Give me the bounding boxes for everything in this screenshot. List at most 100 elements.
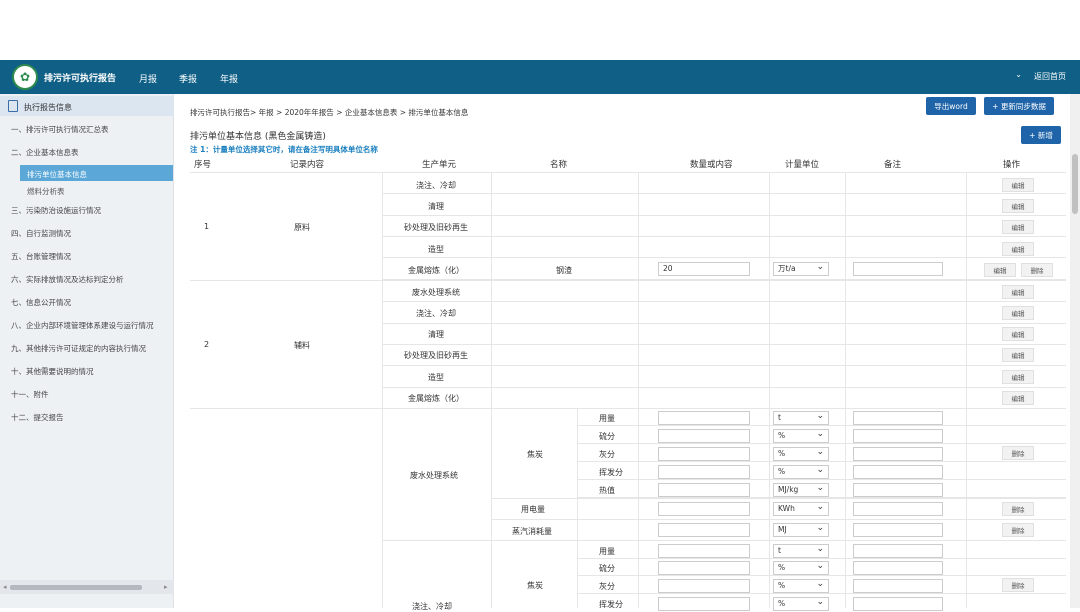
edit-button[interactable]: 编辑 <box>1002 242 1034 256</box>
group-divider <box>382 540 1066 541</box>
page-title: 排污单位基本信息 (黑色金属铸造) <box>190 132 326 142</box>
add-new-button[interactable]: + 新增 <box>1021 126 1061 144</box>
value-input[interactable] <box>658 544 750 558</box>
column-header: 序号 <box>194 160 212 170</box>
unit-select[interactable]: t <box>773 543 829 558</box>
sidebar-item-emission[interactable]: 六、实际排放情况及达标判定分析 <box>11 274 124 285</box>
edit-button[interactable]: 编辑 <box>1002 370 1034 384</box>
nav-quarterly[interactable]: 季报 <box>179 72 197 85</box>
unit-select[interactable]: 万t/a <box>773 261 829 276</box>
edit-button[interactable]: 编辑 <box>1002 220 1034 234</box>
sidebar-item-attachments[interactable]: 十一、附件 <box>11 389 49 400</box>
sync-data-button[interactable]: + 更新同步数据 <box>984 97 1054 115</box>
sidebar-item-self-monitoring[interactable]: 四、自行监测情况 <box>11 228 71 239</box>
horizontal-scrollbar[interactable]: ◂ ▸ <box>0 580 174 594</box>
sidebar-item-fuel-analysis[interactable]: 燃料分析表 <box>27 186 65 197</box>
remark-input[interactable] <box>853 465 943 479</box>
unit-select[interactable]: % <box>773 560 829 575</box>
top-navigation-bar: ✿ 排污许可执行报告 月报 季报 年报 ⌄ 返回首页 <box>0 60 1080 94</box>
production-unit: 浇注、冷却 <box>416 181 456 190</box>
value-input[interactable] <box>658 411 750 425</box>
edit-button[interactable]: 编辑 <box>1002 348 1034 362</box>
value-input[interactable] <box>658 465 750 479</box>
row-divider <box>577 443 1066 444</box>
sidebar-item-pollution-control[interactable]: 三、污染防治设施运行情况 <box>11 205 101 216</box>
vertical-scrollbar[interactable] <box>1070 94 1080 608</box>
chevron-down-icon[interactable]: ⌄ <box>1015 70 1022 79</box>
scroll-thumb[interactable] <box>10 585 142 590</box>
sidebar-item-disclosure[interactable]: 七、信息公开情况 <box>11 297 71 308</box>
value-input[interactable] <box>658 447 750 461</box>
remark-input[interactable] <box>853 502 943 516</box>
back-home-link[interactable]: 返回首页 <box>1034 71 1066 82</box>
property-label: 挥发分 <box>599 468 623 477</box>
production-unit: 废水处理系统 <box>412 288 460 297</box>
remark-input[interactable] <box>853 429 943 443</box>
unit-select[interactable]: MJ/kg <box>773 482 829 497</box>
unit-select[interactable]: % <box>773 446 829 461</box>
logo-icon: ✿ <box>12 64 38 90</box>
unit-select[interactable]: % <box>773 464 829 479</box>
sidebar-item-ledger[interactable]: 五、台账管理情况 <box>11 251 71 262</box>
edit-button[interactable]: 编辑 <box>1002 327 1034 341</box>
edit-button[interactable]: 编辑 <box>1002 178 1034 192</box>
value-input[interactable] <box>658 429 750 443</box>
unit-select[interactable]: % <box>773 596 829 611</box>
sidebar-item-enterprise-info[interactable]: 二、企业基本信息表 <box>11 147 79 158</box>
remark-input[interactable] <box>853 544 943 558</box>
unit-select[interactable]: MJ <box>773 522 829 537</box>
remark-input[interactable] <box>853 597 943 611</box>
scroll-right-icon[interactable]: ▸ <box>164 583 168 591</box>
sidebar-item-other-notes[interactable]: 十、其他需要说明的情况 <box>11 366 94 377</box>
value-input[interactable] <box>658 502 750 516</box>
remark-input[interactable] <box>853 262 943 276</box>
export-word-button[interactable]: 导出word <box>926 97 976 115</box>
property-label: 热值 <box>599 486 615 495</box>
sidebar-item-summary[interactable]: 一、排污许可执行情况汇总表 <box>11 124 109 135</box>
vscroll-thumb[interactable] <box>1072 154 1078 214</box>
scroll-left-icon[interactable]: ◂ <box>3 583 7 591</box>
edit-button[interactable]: 编辑 <box>1002 391 1034 405</box>
edit-button[interactable]: 编辑 <box>1002 306 1034 320</box>
edit-button[interactable]: 编辑 <box>1002 285 1034 299</box>
group-divider <box>190 280 1066 281</box>
value-input[interactable] <box>658 561 750 575</box>
unit-select[interactable]: t <box>773 410 829 425</box>
unit-select[interactable]: % <box>773 428 829 443</box>
row-divider <box>382 257 1066 259</box>
value-input[interactable] <box>658 523 750 537</box>
row-divider <box>577 461 1066 462</box>
nav-annual[interactable]: 年报 <box>220 72 238 85</box>
delete-button[interactable]: 删除 <box>1002 578 1034 592</box>
row-number: 1 <box>204 222 210 231</box>
edit-button[interactable]: 编辑 <box>1002 199 1034 213</box>
delete-button[interactable]: 删除 <box>1002 523 1034 537</box>
property-label: 硫分 <box>599 432 615 441</box>
edit-button[interactable]: 编辑 <box>984 263 1016 277</box>
sidebar-header[interactable]: 执行报告信息 <box>0 96 174 116</box>
column-header: 生产单元 <box>422 160 457 170</box>
delete-button[interactable]: 删除 <box>1021 263 1053 277</box>
row-divider <box>491 519 1066 520</box>
sidebar-item-other-provisions[interactable]: 九、其他排污许可证规定的内容执行情况 <box>11 343 146 354</box>
unit-select[interactable]: % <box>773 578 829 593</box>
value-input[interactable] <box>658 483 750 497</box>
remark-input[interactable] <box>853 483 943 497</box>
nav-monthly[interactable]: 月报 <box>139 72 157 85</box>
value-input[interactable] <box>658 579 750 593</box>
delete-button[interactable]: 删除 <box>1002 446 1034 460</box>
sidebar-item-unit-basic-info[interactable]: 排污单位基本信息 <box>27 169 87 180</box>
sidebar-item-submit[interactable]: 十二、提交报告 <box>11 412 64 423</box>
unit-select[interactable]: KWh <box>773 501 829 516</box>
property-label: 灰分 <box>599 450 615 459</box>
remark-input[interactable] <box>853 447 943 461</box>
value-input[interactable] <box>658 597 750 611</box>
property-label: 用量 <box>599 414 615 423</box>
sidebar-item-management[interactable]: 八、企业内部环境管理体系建设与运行情况 <box>11 320 154 331</box>
remark-input[interactable] <box>853 411 943 425</box>
remark-input[interactable] <box>853 579 943 593</box>
remark-input[interactable] <box>853 561 943 575</box>
delete-button[interactable]: 删除 <box>1002 502 1034 516</box>
quantity-input[interactable]: 20 <box>658 262 750 276</box>
remark-input[interactable] <box>853 523 943 537</box>
